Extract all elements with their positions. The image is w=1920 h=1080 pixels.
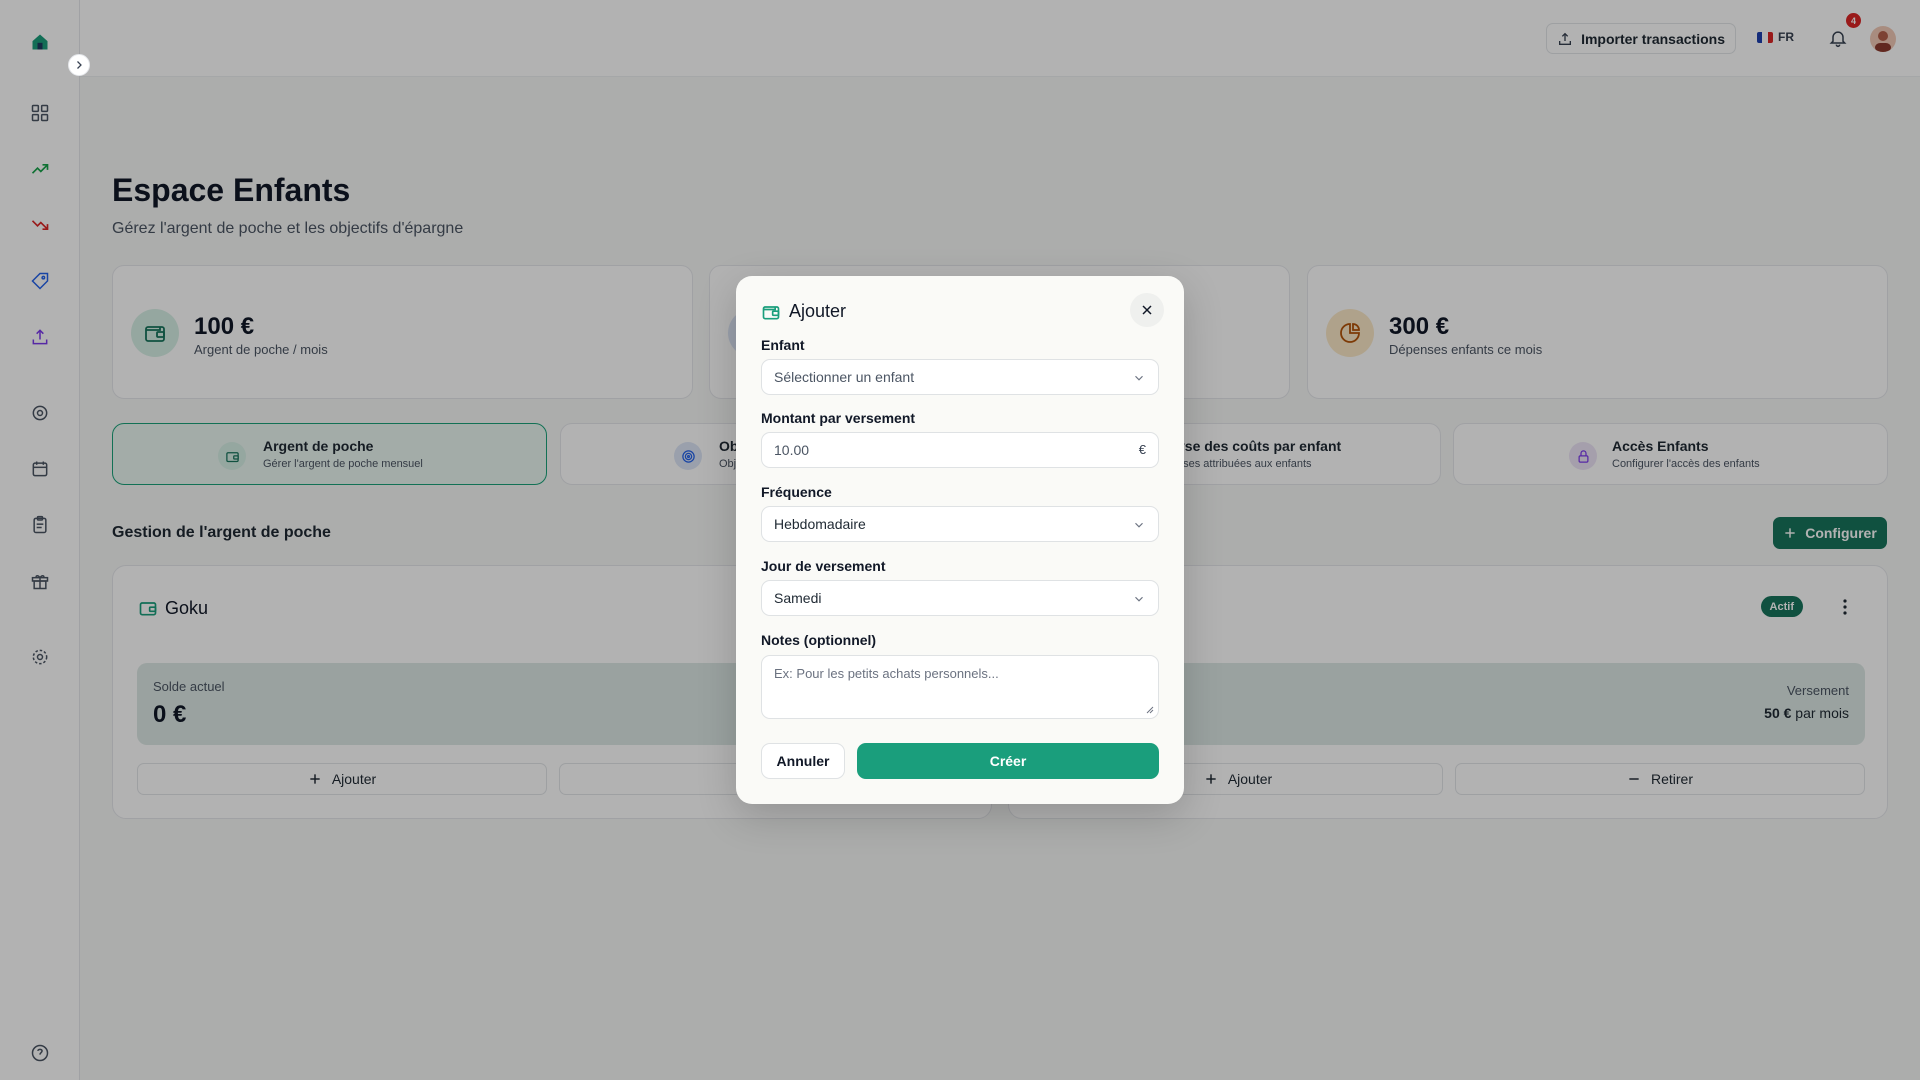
amount-value: 10.00	[774, 442, 810, 458]
close-button[interactable]	[1130, 293, 1164, 327]
chevron-right-icon	[77, 61, 82, 69]
notes-placeholder: Ex: Pour les petits achats personnels...	[774, 666, 999, 681]
child-select-placeholder: Sélectionner un enfant	[774, 369, 915, 385]
child-field-label: Enfant	[761, 337, 805, 353]
close-icon	[1142, 305, 1152, 315]
frequency-field-label: Fréquence	[761, 484, 832, 500]
frequency-select[interactable]: Hebdomadaire	[761, 506, 1159, 542]
amount-field-label: Montant par versement	[761, 410, 916, 426]
child-select[interactable]: Sélectionner un enfant	[761, 359, 1159, 395]
day-select[interactable]: Samedi	[761, 580, 1159, 616]
day-field-label: Jour de versement	[761, 558, 886, 574]
chevron-down-icon	[1135, 596, 1143, 602]
amount-input[interactable]: 10.00 €	[761, 432, 1159, 468]
add-allowance-dialog: Ajouter Enfant Sélectionner un enfant Mo…	[736, 276, 1184, 804]
wallet-icon	[762, 306, 780, 320]
create-button[interactable]: Créer	[857, 743, 1159, 779]
resize-handle-icon[interactable]	[1146, 706, 1154, 714]
chevron-down-icon	[1135, 375, 1143, 381]
cancel-button[interactable]: Annuler	[761, 743, 845, 779]
day-value: Samedi	[774, 590, 822, 606]
chevron-down-icon	[1135, 522, 1143, 528]
dialog-title: Ajouter	[789, 301, 847, 321]
notes-textarea[interactable]: Ex: Pour les petits achats personnels...	[761, 655, 1159, 719]
notes-field-label: Notes (optionnel)	[761, 632, 877, 648]
currency-suffix: €	[1138, 442, 1146, 457]
sidebar-toggle-button[interactable]	[68, 54, 90, 76]
frequency-value: Hebdomadaire	[774, 516, 866, 532]
